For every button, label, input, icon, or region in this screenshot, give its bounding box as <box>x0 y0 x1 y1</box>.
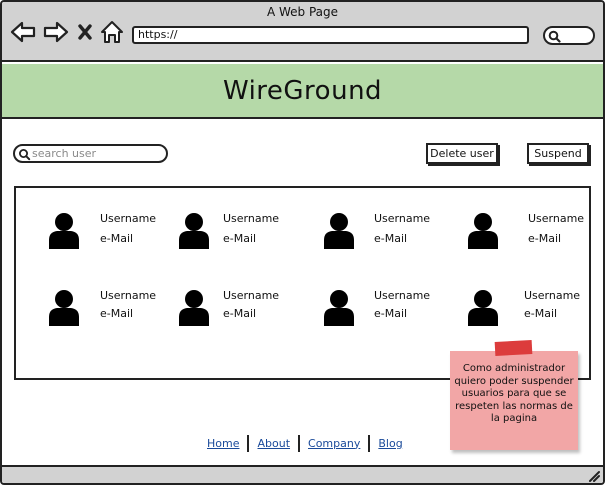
user-avatar-icon <box>468 213 498 249</box>
home-button[interactable] <box>99 19 125 45</box>
footer-link-blog[interactable]: Blog <box>378 437 402 450</box>
user-avatar-icon <box>179 213 209 249</box>
user-name: Username <box>100 212 157 225</box>
arrow-right-icon <box>43 21 69 43</box>
user-avatar-icon <box>179 290 209 326</box>
suspend-button[interactable]: Suspend <box>527 143 589 164</box>
user-search[interactable] <box>13 144 168 163</box>
user-name: Username <box>223 212 280 225</box>
search-icon <box>548 30 561 43</box>
close-icon <box>78 24 92 40</box>
footer-divider <box>298 434 301 452</box>
user-name: Username <box>223 289 280 302</box>
browser-search[interactable] <box>543 26 595 45</box>
delete-user-button[interactable]: Delete user <box>426 143 498 164</box>
user-email: e-Mail <box>100 232 134 245</box>
browser-window: A Web Page https:// WireGround search us… <box>0 0 605 485</box>
user-email: e-Mail <box>374 232 408 245</box>
search-icon <box>19 149 31 161</box>
user-card[interactable]: Username e-Mail <box>467 289 597 329</box>
user-avatar-icon <box>324 290 354 326</box>
user-name: Username <box>374 289 431 302</box>
footer-link-company[interactable]: Company <box>308 437 360 450</box>
sticky-note: Como administrador quiero poder suspende… <box>450 351 578 450</box>
user-avatar-icon <box>49 290 79 326</box>
browser-chrome: A Web Page https:// <box>2 2 603 62</box>
address-bar[interactable]: https:// <box>132 26 529 44</box>
forward-button[interactable] <box>43 19 69 45</box>
user-card[interactable]: Username e-Mail <box>467 212 597 252</box>
sticky-note-text: Como administrador quiero poder suspende… <box>454 363 574 424</box>
user-name: Username <box>100 289 157 302</box>
user-email: e-Mail <box>223 232 257 245</box>
user-card[interactable]: Username e-Mail <box>178 289 308 329</box>
stop-button[interactable] <box>75 19 95 45</box>
user-card[interactable]: Username e-Mail <box>48 212 178 252</box>
user-name: Username <box>528 212 585 225</box>
user-email: e-Mail <box>374 307 408 320</box>
search-input[interactable] <box>32 146 164 161</box>
site-header: WireGround <box>2 64 603 119</box>
window-title: A Web Page <box>266 5 339 19</box>
footer-link-about[interactable]: About <box>257 437 290 450</box>
footer-divider <box>247 434 250 452</box>
user-name: Username <box>374 212 431 225</box>
footer-divider <box>368 434 371 452</box>
user-email: e-Mail <box>100 307 134 320</box>
user-name: Username <box>524 289 581 302</box>
home-icon <box>101 21 123 43</box>
user-email: e-Mail <box>524 307 558 320</box>
user-avatar-icon <box>49 213 79 249</box>
user-card[interactable]: Username e-Mail <box>323 212 453 252</box>
footer-link-home[interactable]: Home <box>207 437 239 450</box>
arrow-left-icon <box>10 21 36 43</box>
footer-nav: Home About Company Blog <box>207 434 403 452</box>
user-card[interactable]: Username e-Mail <box>178 212 308 252</box>
user-email: e-Mail <box>528 232 562 245</box>
page-title: WireGround <box>222 75 383 106</box>
resize-grip-icon[interactable] <box>588 470 600 482</box>
back-button[interactable] <box>10 19 36 45</box>
user-card[interactable]: Username e-Mail <box>48 289 178 329</box>
user-card[interactable]: Username e-Mail <box>323 289 453 329</box>
user-avatar-icon <box>324 213 354 249</box>
user-avatar-icon <box>468 290 498 326</box>
user-email: e-Mail <box>223 307 257 320</box>
sticky-tape <box>494 340 533 356</box>
status-bar <box>2 465 603 483</box>
